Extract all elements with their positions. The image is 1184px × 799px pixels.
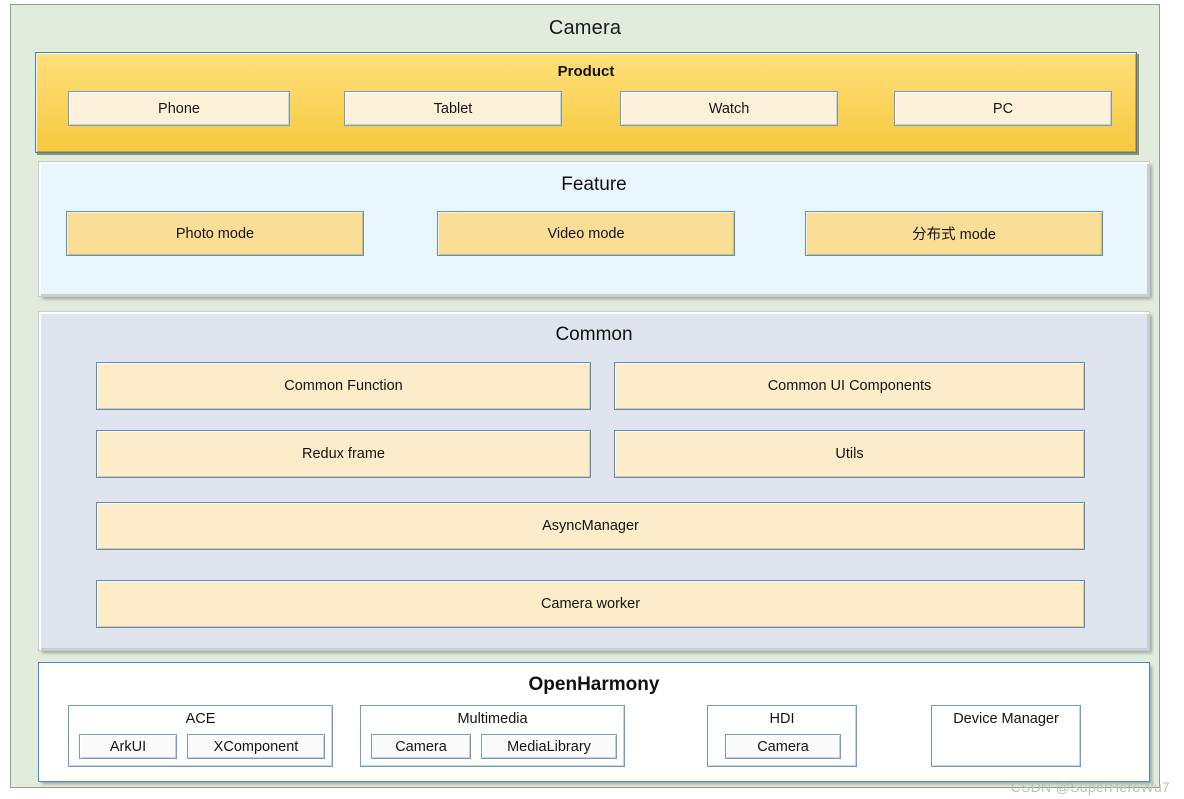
openharmony-chip-camera[interactable]: Camera [371,734,471,759]
architecture-diagram: Camera Product Phone Tablet Watch PC Fea… [0,0,1184,799]
openharmony-layer: OpenHarmony ACE ArkUI XComponent Multime… [38,662,1150,782]
feature-item-photo-mode[interactable]: Photo mode [66,211,364,256]
common-layer-title: Common [555,324,633,345]
common-item-async-manager[interactable]: AsyncManager [96,502,1085,550]
feature-item-video-mode[interactable]: Video mode [437,211,735,256]
openharmony-group-device-manager: Device Manager [931,705,1081,767]
openharmony-chip-hdi-camera[interactable]: Camera [725,734,841,759]
common-item-common-ui-components[interactable]: Common UI Components [614,362,1085,410]
openharmony-group-ace-title: ACE [185,711,216,727]
common-item-camera-worker[interactable]: Camera worker [96,580,1085,628]
openharmony-chip-xcomponent[interactable]: XComponent [187,734,325,759]
feature-layer: Feature Photo mode Video mode 分布式 mode [38,161,1150,297]
product-layer: Product Phone Tablet Watch PC [35,52,1137,153]
openharmony-group-hdi-title: HDI [769,711,795,727]
feature-item-distributed-mode[interactable]: 分布式 mode [805,211,1103,256]
common-item-common-function[interactable]: Common Function [96,362,591,410]
openharmony-group-hdi: HDI Camera [707,705,857,767]
openharmony-group-ace: ACE ArkUI XComponent [68,705,333,767]
common-item-redux-frame[interactable]: Redux frame [96,430,591,478]
openharmony-chip-arkui[interactable]: ArkUI [79,734,177,759]
product-item-tablet[interactable]: Tablet [344,91,562,126]
product-item-phone[interactable]: Phone [68,91,290,126]
openharmony-group-device-manager-title: Device Manager [953,711,1059,727]
openharmony-group-multimedia: Multimedia Camera MediaLibrary [360,705,625,767]
openharmony-layer-title: OpenHarmony [528,674,660,695]
feature-layer-title: Feature [561,174,627,195]
openharmony-chip-medialibrary[interactable]: MediaLibrary [481,734,617,759]
product-layer-title: Product [557,63,615,80]
watermark: CSDN @SuperHeroWu7 [1010,779,1170,795]
diagram-title: Camera [548,17,622,39]
openharmony-group-multimedia-title: Multimedia [457,711,528,727]
product-item-pc[interactable]: PC [894,91,1112,126]
common-item-utils[interactable]: Utils [614,430,1085,478]
product-item-watch[interactable]: Watch [620,91,838,126]
common-layer: Common Common Function Common UI Compone… [38,311,1150,651]
camera-outer-container: Camera Product Phone Tablet Watch PC Fea… [10,4,1160,788]
